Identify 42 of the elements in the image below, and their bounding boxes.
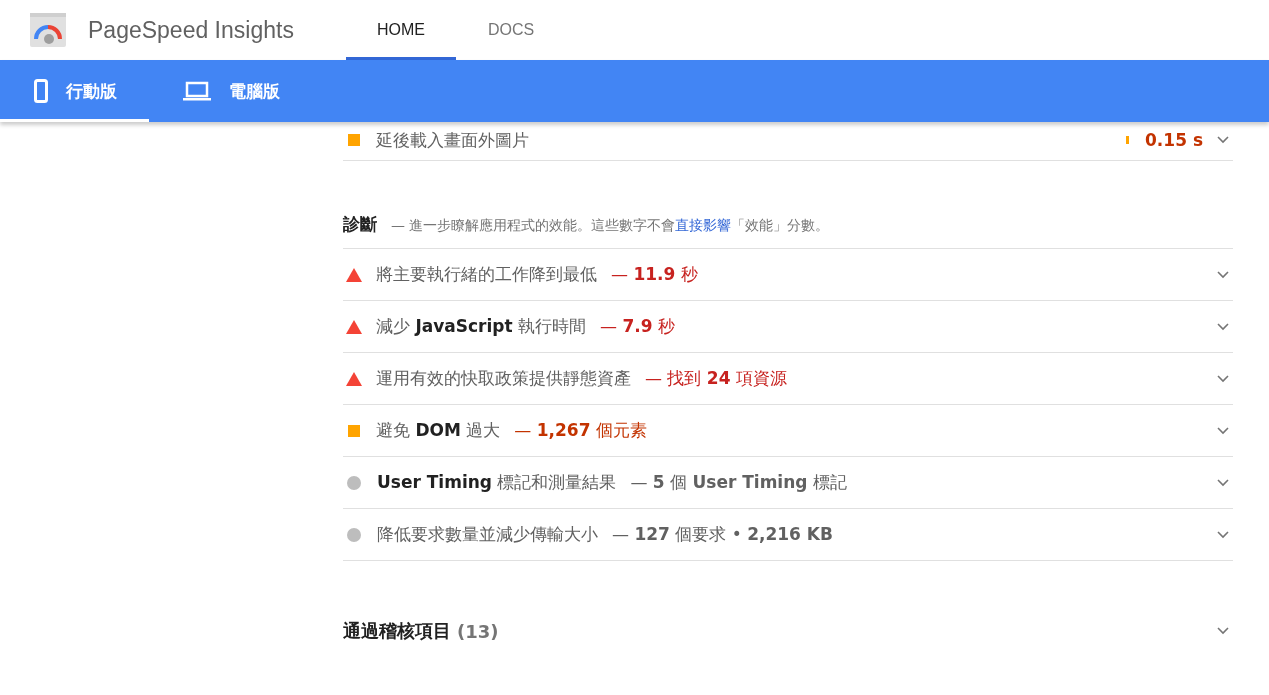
chevron-down-icon[interactable] — [1217, 270, 1229, 279]
chevron-down-icon[interactable] — [1217, 627, 1229, 635]
info-circle-icon — [347, 475, 361, 490]
savings-bar-icon — [1126, 136, 1129, 144]
audit-value: — 1,267 個元素 — [514, 419, 647, 442]
device-tab[interactable]: 行動版 — [0, 60, 149, 122]
audit-value: — 7.9 秒 — [600, 315, 675, 338]
passed-audits-title[interactable]: 通過稽核項目 — [343, 619, 451, 643]
audit-title[interactable]: 避免 DOM 過大 — [376, 419, 501, 442]
average-square-icon — [348, 134, 360, 146]
audit-title[interactable]: User Timing 標記和測量結果 — [377, 471, 617, 494]
fail-triangle-icon — [346, 267, 362, 282]
average-square-icon — [348, 424, 360, 437]
chevron-down-icon[interactable] — [1217, 478, 1229, 487]
audit-title[interactable]: 延後載入畫面外圖片 — [376, 128, 529, 152]
chevron-down-icon[interactable] — [1217, 374, 1229, 383]
info-circle-icon — [347, 527, 361, 542]
audit-value: — 11.9 秒 — [611, 263, 698, 286]
chevron-down-icon[interactable] — [1217, 530, 1229, 539]
savings-value: 0.15 s — [1145, 130, 1203, 150]
fail-triangle-icon — [346, 319, 362, 334]
gauge-logo-icon — [30, 13, 66, 47]
chevron-down-icon[interactable] — [1217, 322, 1229, 331]
section-description: — 進一步瞭解應用程式的效能。這些數字不會直接影響「效能」分數。 — [391, 217, 830, 235]
app-title: PageSpeed Insights — [88, 16, 295, 44]
audit-value: — 找到 24 項資源 — [645, 367, 787, 390]
audit-title[interactable]: 減少 JavaScript 執行時間 — [376, 315, 586, 338]
device-tab[interactable]: 電腦版 — [149, 60, 312, 122]
audit-title[interactable]: 將主要執行緒的工作降到最低 — [376, 263, 597, 286]
audit-title[interactable]: 降低要求數量並減少傳輸大小 — [377, 523, 598, 546]
passed-audits-count: (13) — [457, 620, 499, 642]
description-link[interactable]: 直接影響 — [675, 217, 732, 233]
chevron-down-icon[interactable] — [1217, 136, 1229, 144]
laptop-icon — [183, 81, 211, 101]
chevron-down-icon[interactable] — [1217, 426, 1229, 435]
audit-value: — 127 個要求 • 2,216 KB — [612, 523, 833, 546]
nav-tab[interactable]: DOCS — [456, 0, 566, 60]
fail-triangle-icon — [346, 371, 362, 386]
section-title: 診斷 — [343, 213, 377, 236]
audit-title[interactable]: 運用有效的快取政策提供靜態資產 — [376, 367, 631, 390]
phone-icon — [34, 79, 48, 103]
audit-value: — 5 個 User Timing 標記 — [630, 471, 847, 494]
